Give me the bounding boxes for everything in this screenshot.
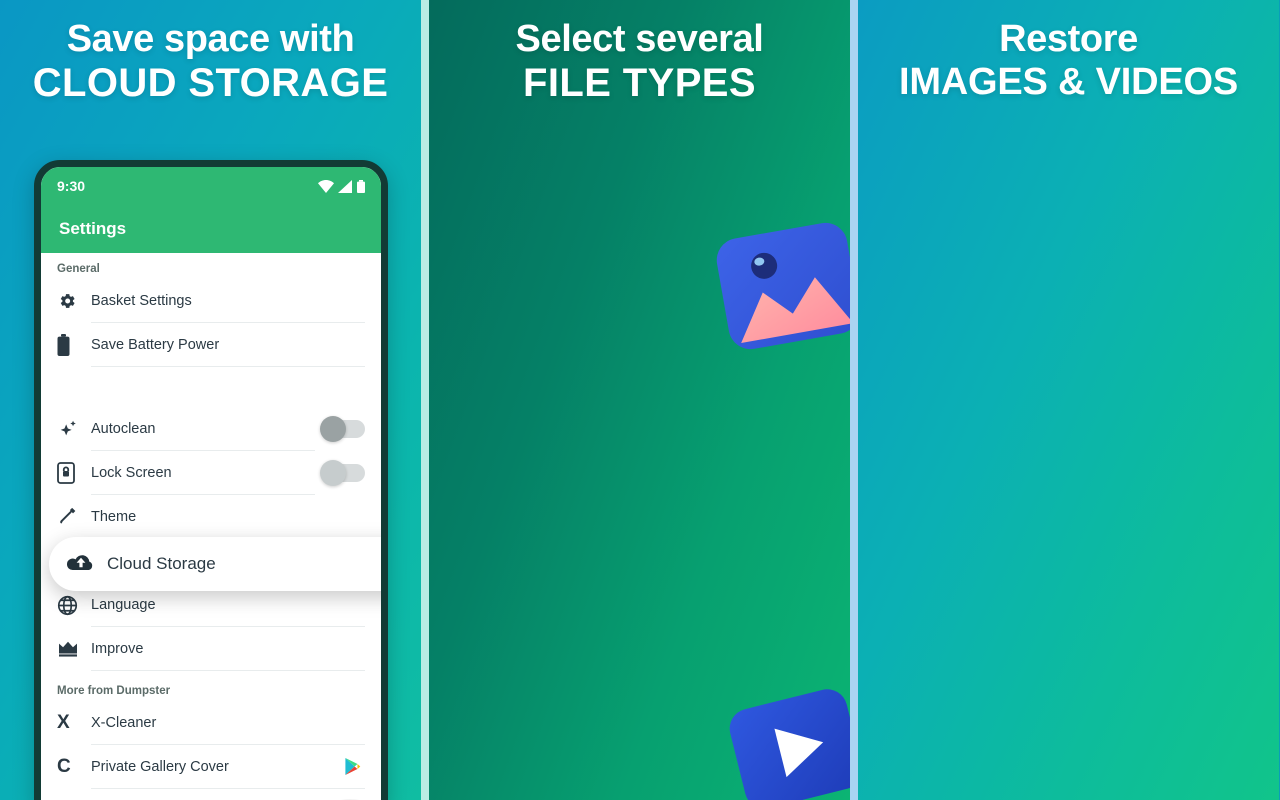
palette-icon (57, 506, 91, 528)
panel-cloud-storage: Save space with CLOUD STORAGE 9:30 Setti… (0, 0, 421, 800)
section-label-more: More from Dumpster (57, 685, 171, 697)
battery-icon (357, 179, 365, 193)
panel-file-types: Select several FILE TYPES 9:30 3 selecte… (429, 0, 850, 800)
appbar-title: Settings (41, 205, 381, 253)
autoclean-toggle[interactable] (320, 416, 365, 442)
headline-line1: Save space with (66, 18, 355, 60)
panel-restore: Restore IMAGES & VIDEOS 9:30 Find and Re… (858, 0, 1279, 800)
headline-line2: IMAGES & VIDEOS (898, 60, 1239, 103)
setting-row-improve[interactable]: Improve (41, 627, 381, 671)
cloud-storage-floating-card[interactable]: Cloud Storage (49, 537, 381, 591)
status-time: 9:30 (57, 178, 86, 194)
signal-icon (338, 179, 352, 193)
setting-row-lock-screen[interactable]: Lock Screen (41, 451, 381, 495)
setting-label: Improve (91, 627, 365, 671)
setting-label: Save Battery Power (91, 323, 365, 367)
setting-label: Theme (91, 495, 365, 539)
headline-line2: FILE TYPES (523, 60, 756, 105)
gear-icon (57, 291, 91, 311)
section-label-general: General (57, 263, 100, 275)
image-3d-icon (716, 222, 850, 350)
cloud-storage-label: Cloud Storage (107, 554, 216, 573)
setting-row-theme[interactable]: Theme (41, 495, 381, 539)
setting-label: X-Cleaner (91, 701, 365, 745)
wifi-icon (318, 179, 334, 193)
setting-label: Lock Screen (91, 451, 315, 495)
headline-line1: Select several (515, 18, 764, 60)
crown-icon (57, 640, 91, 658)
x-letter-icon: X (57, 712, 70, 733)
globe-icon (57, 595, 91, 616)
cloud-upload-icon (67, 553, 107, 575)
headline-panel2: Select several FILE TYPES (429, 18, 850, 105)
setting-label: Basket Settings (91, 279, 365, 323)
sparkle-icon (57, 418, 91, 440)
status-icons (318, 179, 365, 193)
setting-row-autoclean[interactable]: Autoclean (41, 407, 381, 451)
panel-separator-2 (850, 0, 858, 800)
status-bar: 9:30 (41, 167, 381, 205)
headline-line2: CLOUD STORAGE (32, 60, 389, 105)
setting-row-save-battery-power[interactable]: Save Battery Power (41, 323, 381, 367)
screenshot-stage: Save space with CLOUD STORAGE 9:30 Setti… (0, 0, 1280, 800)
headline-panel1: Save space with CLOUD STORAGE (0, 18, 421, 105)
headline-line1: Restore (999, 18, 1138, 60)
setting-label: Autoclean (91, 407, 315, 451)
c-letter-icon: C (57, 756, 71, 777)
battery-icon (57, 334, 91, 356)
play-3d-icon (729, 689, 850, 800)
headline-panel3: Restore IMAGES & VIDEOS (858, 18, 1279, 103)
setting-row-x-cleaner[interactable]: X X-Cleaner (41, 701, 381, 745)
settings-list: General Basket Settings Save Battery Pow… (41, 253, 381, 789)
panel-separator-1 (421, 0, 429, 800)
phone-lock-icon (57, 462, 91, 484)
lock-screen-toggle[interactable] (320, 460, 365, 486)
setting-row-basket-settings[interactable]: Basket Settings (41, 279, 381, 323)
cloud-check-3d-icon (341, 799, 359, 800)
phone-mockup-settings: 9:30 Settings General Basket Settings Sa… (34, 160, 388, 800)
